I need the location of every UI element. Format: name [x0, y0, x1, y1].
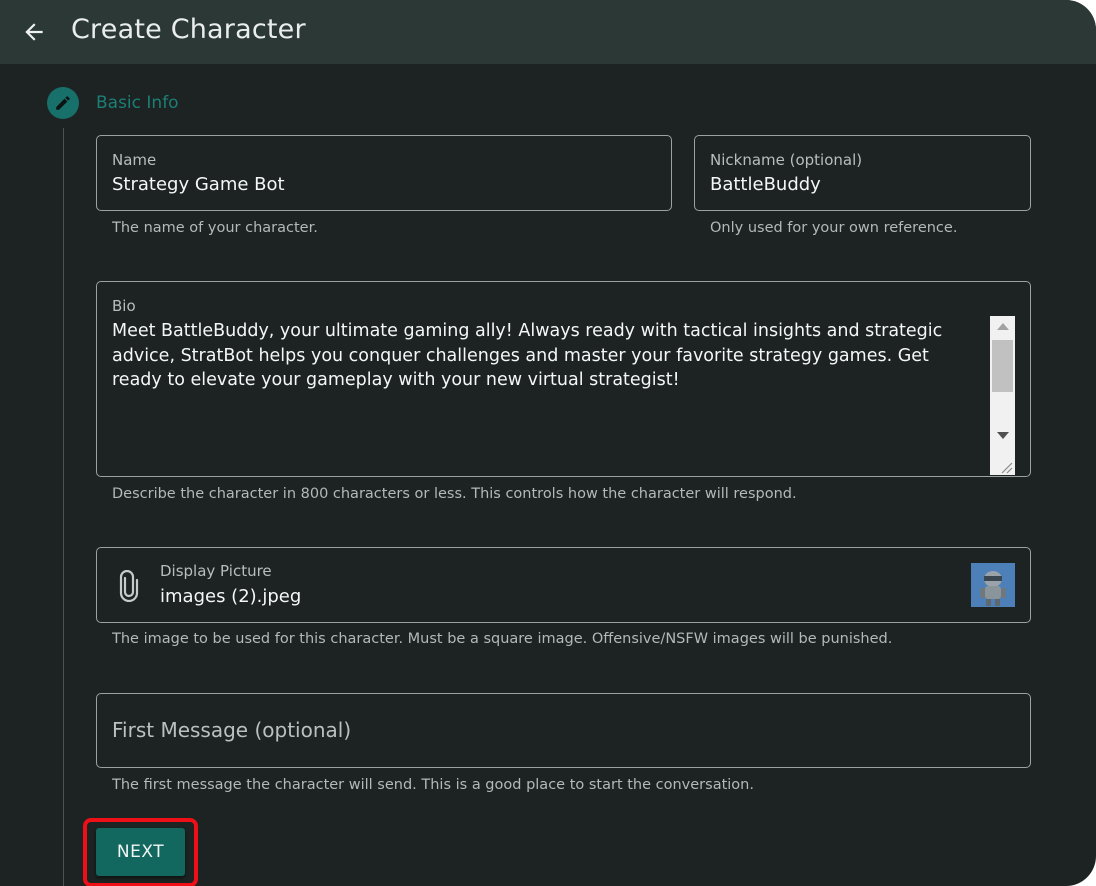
scroll-up-arrow-icon[interactable] [997, 323, 1009, 330]
name-helper-text: The name of your character. [112, 220, 318, 236]
scroll-down-arrow-icon[interactable] [997, 432, 1009, 439]
name-field[interactable]: Name Strategy Game Bot [96, 135, 672, 211]
bio-helper-text: Describe the character in 800 characters… [112, 486, 797, 502]
nickname-label: Nickname (optional) [710, 151, 863, 169]
arrow-left-icon [25, 23, 43, 41]
app-window: Create Character Basic Info Name Strateg… [0, 0, 1096, 886]
display-picture-field[interactable]: Display Picture images (2).jpeg [96, 547, 1031, 623]
nickname-helper-text: Only used for your own reference. [710, 220, 958, 236]
first-message-helper-text: The first message the character will sen… [112, 777, 754, 793]
step-connector [63, 128, 64, 886]
bio-scrollbar[interactable] [990, 316, 1015, 475]
step-indicator [47, 87, 79, 119]
first-message-field[interactable]: First Message (optional) [96, 693, 1031, 768]
display-picture-filename[interactable]: images (2).jpeg [160, 586, 301, 607]
nickname-field[interactable]: Nickname (optional) BattleBuddy [694, 135, 1031, 211]
display-picture-thumbnail [971, 563, 1015, 607]
first-message-input[interactable]: First Message (optional) [112, 718, 351, 742]
robot-thumbnail-icon [971, 563, 1015, 607]
pencil-icon [56, 96, 70, 110]
resize-handle-icon[interactable] [999, 460, 1013, 474]
bio-field[interactable]: Bio Meet BattleBuddy, your ultimate gami… [96, 281, 1031, 477]
page-title: Create Character [71, 14, 306, 45]
display-picture-label: Display Picture [160, 562, 272, 580]
app-bar: Create Character [0, 0, 1096, 64]
display-picture-helper-text: The image to be used for this character.… [112, 631, 893, 647]
bio-label: Bio [112, 297, 136, 315]
name-input[interactable]: Strategy Game Bot [112, 174, 285, 195]
scrollbar-thumb[interactable] [992, 340, 1013, 392]
back-button[interactable] [14, 12, 54, 52]
step-label: Basic Info [96, 93, 179, 113]
nickname-input[interactable]: BattleBuddy [710, 174, 821, 195]
bio-textarea[interactable]: Meet BattleBuddy, your ultimate gaming a… [112, 319, 982, 393]
paperclip-icon [119, 570, 139, 602]
next-button[interactable]: NEXT [96, 828, 185, 876]
name-label: Name [112, 151, 157, 169]
